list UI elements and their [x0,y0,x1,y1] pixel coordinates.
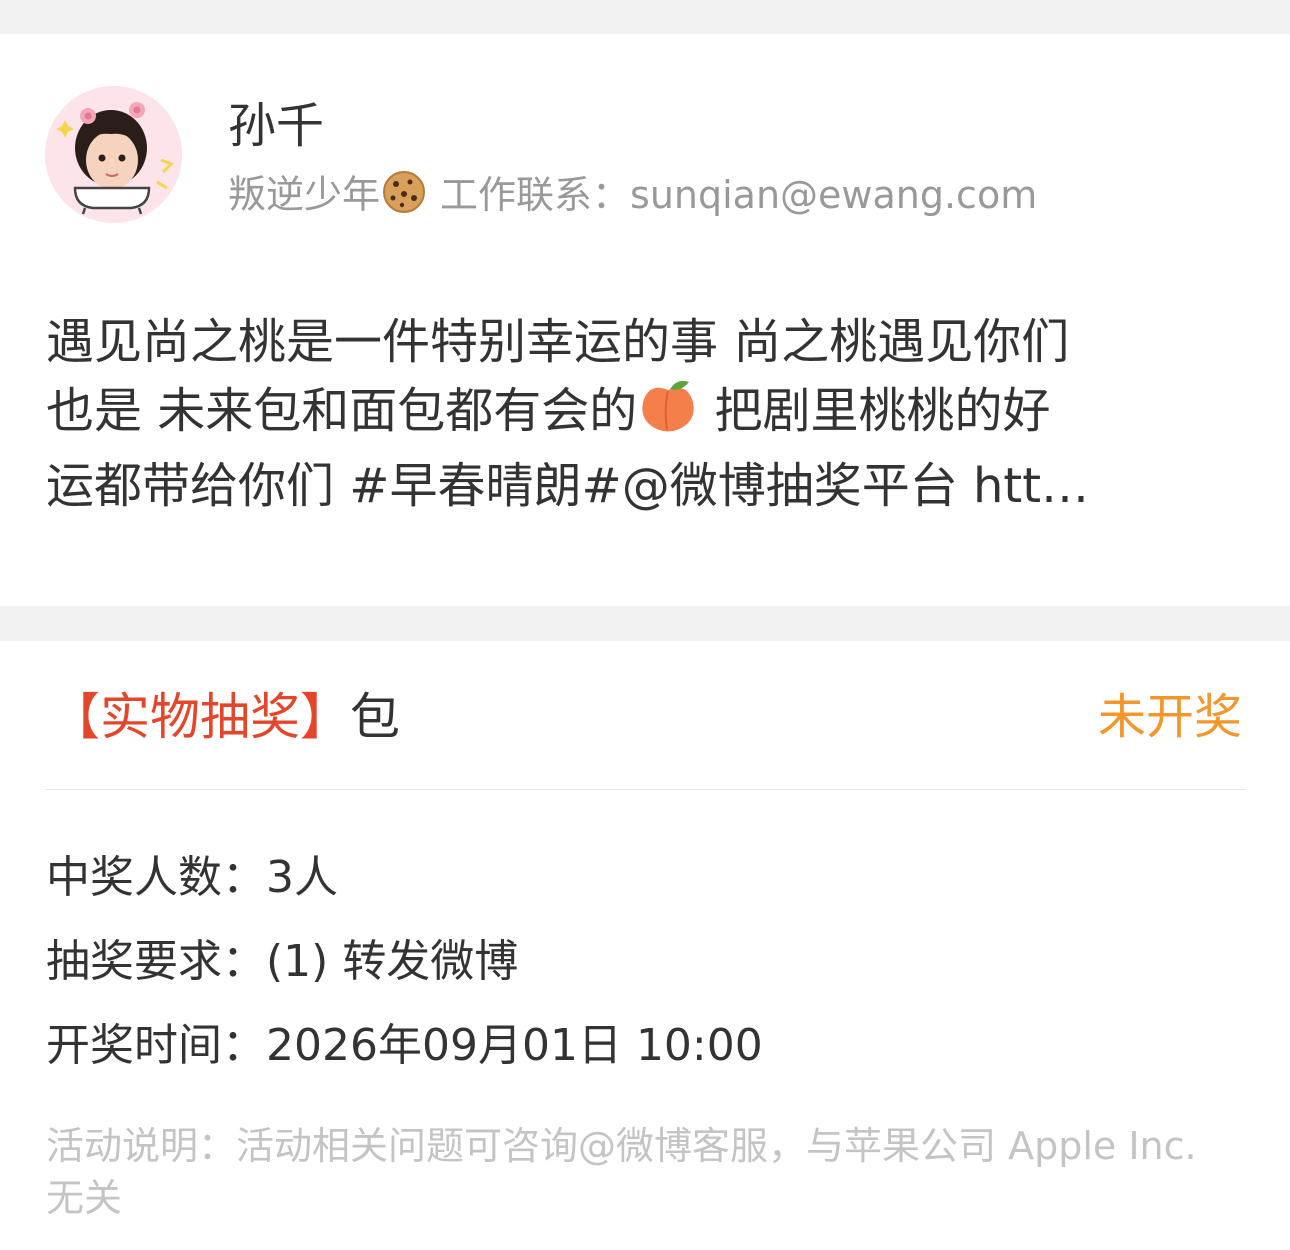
lottery-type-tag: 【实物抽奖】 [50,688,350,746]
bio-prefix: 叛逆少年 [228,172,381,217]
lottery-prize: 包 [350,688,400,746]
section-separator-band [0,606,1290,641]
top-gray-band [0,0,1290,34]
cookie-icon [380,170,428,224]
draw-time-value: 2026年09月01日 10:00 [266,1020,763,1071]
post-text: 遇见尚之桃是一件特别幸运的事 尚之桃遇见你们 也是 未来包和面包都有会的 把剧里… [46,308,1246,520]
winners-row: 中奖人数：3人 [46,850,338,906]
activity-note: 活动说明：活动相关问题可咨询@微博客服，与苹果公司 Apple Inc. 无关 [46,1124,1197,1220]
user-avatar[interactable] [45,86,182,223]
divider [45,789,1245,790]
draw-time-label: 开奖时间： [46,1020,266,1071]
peach-icon [637,376,699,452]
post-line-2-start: 也是 未来包和面包都有会的 [46,383,638,439]
user-bio: 叛逆少年 工作联系：sunqian@ewang.com [228,170,1037,224]
winners-label: 中奖人数： [46,852,266,903]
post-line-2-end: 把剧里桃桃的好 [699,383,1051,439]
requirement-row: 抽奖要求：(1) 转发微博 [46,934,518,990]
bio-contact: 工作联系：sunqian@ewang.com [440,172,1038,217]
requirement-label: 抽奖要求： [46,936,266,987]
draw-time-row: 开奖时间：2026年09月01日 10:00 [46,1018,763,1074]
requirement-value: (1) 转发微博 [266,936,519,987]
username[interactable]: 孙千 [228,98,324,154]
post-line-3[interactable]: 运都带给你们 #早春晴朗#@微博抽奖平台 htt… [46,452,1246,520]
winners-value: 3人 [266,852,338,903]
post-line-1: 遇见尚之桃是一件特别幸运的事 尚之桃遇见你们 [46,314,1070,370]
post-line-2: 也是 未来包和面包都有会的 把剧里桃桃的好 [46,376,1246,452]
avatar-image [45,86,182,223]
lottery-status-badge: 未开奖 [1097,689,1242,745]
lottery-title: 【实物抽奖】包 [50,686,400,748]
